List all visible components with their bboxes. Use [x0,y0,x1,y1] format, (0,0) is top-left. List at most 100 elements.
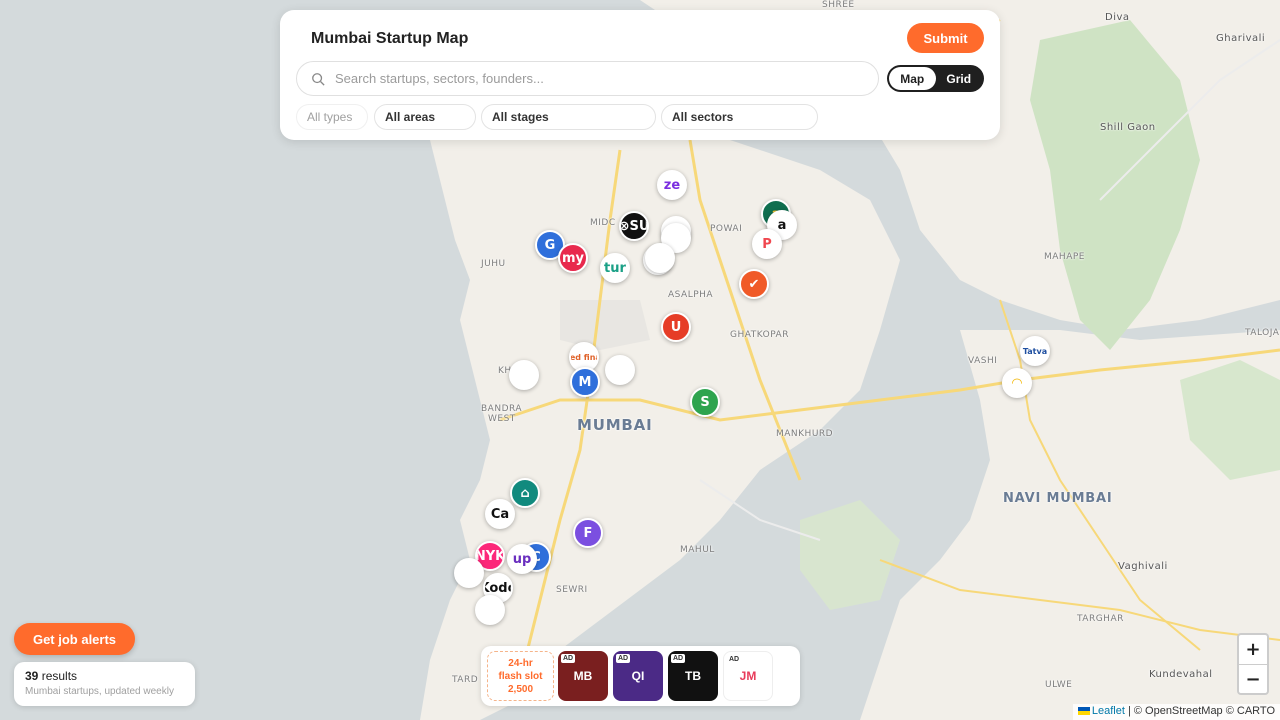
marker-teal-house[interactable]: ⌂ [510,478,540,508]
marker-label: P [762,236,772,252]
marker-my[interactable]: my [558,243,588,273]
marker-tatva[interactable]: Tatva [1020,336,1050,366]
ad-label: MB [573,669,593,683]
label-sewri: SEWRI [556,585,588,595]
marker-label: ⌂ [520,485,530,501]
label-kundevahal: Kundevahal [1149,669,1213,680]
label-taloja: TALOJA [1245,328,1280,338]
ad-mb[interactable]: AD MB [558,651,608,701]
marker-blank-3[interactable] [454,558,484,588]
ad-label: JM [739,669,757,683]
label-asalpha: ASALPHA [668,290,714,300]
filter-stage[interactable]: All stages [481,104,656,130]
marker-label: F [583,525,593,541]
ad-jm[interactable]: AD JM [723,651,773,701]
marker-s[interactable]: S [690,387,720,417]
label-juhu: JUHU [481,259,506,269]
label-vaghivali: Vaghivali [1118,561,1168,572]
search-icon [312,72,325,86]
zoom-out-button[interactable]: − [1239,664,1267,693]
marker-label: a [777,217,787,233]
label-targhar: TARGHAR [1077,614,1124,624]
leaflet-link[interactable]: Leaflet [1092,705,1125,717]
flash-line-2: flash slot [498,671,543,682]
label-tard: TARD [452,675,479,685]
label-powai: POWAI [710,224,743,234]
marker-p[interactable]: P [752,229,782,259]
label-mahul: MAHUL [680,545,715,555]
marker-label: Kodo [485,580,511,596]
filter-sector[interactable]: All sectors [661,104,818,130]
label-mumbai: MUMBAI [577,416,653,434]
label-shill-gaon: Shill Gaon [1100,122,1156,133]
marker-ca[interactable]: Ca [485,499,515,529]
marker-label: ⊗SU [619,218,649,234]
marker-label: ✔ [748,276,760,292]
label-bandra: BANDRA [481,404,523,414]
marker-label: Tatva [1022,346,1048,356]
toggle-grid[interactable]: Grid [936,67,983,90]
map-attribution: Leaflet | © OpenStreetMap © CARTO [1072,704,1280,720]
marker-label: up [512,551,532,567]
ad-tag: AD [616,654,631,663]
page-title: Mumbai Startup Map [311,30,469,47]
view-toggle[interactable]: Map Grid [887,65,984,92]
filter-type[interactable]: All types [296,104,368,130]
results-count: 39 [25,669,39,683]
marker-u[interactable]: U [661,312,691,342]
label-west: WEST [488,414,516,424]
ukraine-flag-icon [1077,707,1090,716]
ads-bar: 24-hr flash slot 2,500 AD MB AD QI AD TB AD… [481,646,800,706]
label-ulwe: ULWE [1045,680,1073,690]
get-job-alerts-button[interactable]: Get job alerts [14,623,135,655]
flash-slot[interactable]: 24-hr flash slot 2,500 [487,651,554,701]
zoom-control: + − [1237,633,1269,695]
marker-label: Ca [490,506,510,522]
marker-yellow-swirl[interactable]: ◠ [1002,368,1032,398]
marker-blank-2[interactable] [509,360,539,390]
label-vashi: VASHI [968,356,998,366]
marker-label: my [561,250,585,266]
marker-blank-4[interactable] [475,595,505,625]
marker-tur[interactable]: tur [600,253,630,283]
search-input[interactable] [335,71,855,86]
marker-teal-ring[interactable] [645,243,675,273]
results-label: results [38,669,78,683]
marker-up[interactable]: up [507,544,537,574]
ad-qi[interactable]: AD QI [613,651,663,701]
marker-xsu[interactable]: ⊗SU [619,211,649,241]
marker-m[interactable]: M [570,367,600,397]
marker-label: S [700,394,710,410]
marker-label: G [544,237,556,253]
label-mankhurd: MANKHURD [776,429,834,439]
marker-blank-1[interactable] [605,355,635,385]
filter-area[interactable]: All areas [374,104,476,130]
toggle-map[interactable]: Map [889,67,936,90]
marker-ze[interactable]: ze [657,170,687,200]
ad-label: QI [631,669,645,683]
label-mahape: MAHAPE [1044,252,1085,262]
search-panel: Mumbai Startup Map Submit Map Grid All t… [280,10,1000,140]
submit-button[interactable]: Submit [907,23,984,53]
label-diva: Diva [1105,12,1130,23]
marker-label: ze [663,177,681,193]
marker-label: M [578,374,592,390]
label-navi-mumbai: NAVI MUMBAI [1003,491,1113,506]
marker-f[interactable]: F [573,518,603,548]
marker-label: tur [604,260,626,276]
zoom-in-button[interactable]: + [1239,635,1267,664]
attribution-text: | © OpenStreetMap © CARTO [1124,705,1275,717]
label-midc: MIDC [590,218,616,228]
search-box[interactable] [296,61,879,96]
marker-check[interactable]: ✔ [739,269,769,299]
ad-label: TB [685,669,701,683]
marker-label: ◠ [1012,375,1022,391]
label-shree: SHREE [822,0,855,10]
results-card: 39 results Mumbai startups, updated week… [14,662,195,706]
ad-tag: AD [561,654,576,663]
label-gharivali: Gharivali [1216,33,1266,44]
label-ghatkopar: GHATKOPAR [730,330,789,340]
marker-label: InCred finance [569,352,597,362]
results-subtitle: Mumbai startups, updated weekly [25,686,174,697]
ad-tb[interactable]: AD TB [668,651,718,701]
